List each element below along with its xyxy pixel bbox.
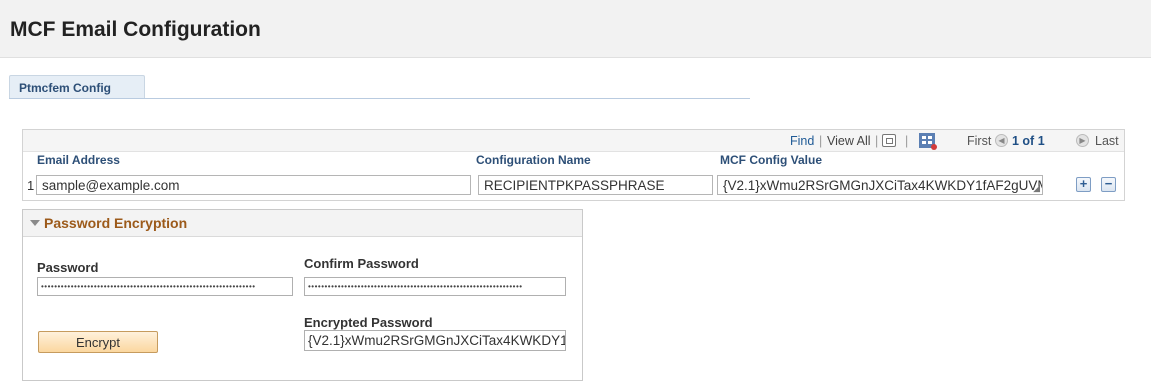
page-title: MCF Email Configuration bbox=[10, 18, 261, 41]
confirm-password-label: Confirm Password bbox=[304, 256, 419, 271]
encrypt-button[interactable]: Encrypt bbox=[38, 331, 158, 353]
password-encryption-title: Password Encryption bbox=[44, 215, 188, 231]
collapse-triangle-icon[interactable] bbox=[30, 220, 40, 226]
config-grid: Find | View All | | First ◀ 1 of 1 ▶ Las… bbox=[22, 129, 1125, 201]
row-number: 1 bbox=[27, 178, 35, 193]
delete-row-button[interactable]: − bbox=[1101, 177, 1116, 192]
tab-underline bbox=[9, 98, 750, 99]
first-link: First bbox=[967, 134, 992, 148]
nav-separator: | bbox=[819, 134, 823, 148]
configuration-name-input[interactable]: RECIPIENTPKPASSPHRASE bbox=[478, 175, 713, 195]
add-row-button[interactable]: + bbox=[1076, 177, 1091, 192]
mcf-config-value-text: {V2.1}xWmu2RSrGMGnJXCiTax4KWKDY1fAF2gUVM… bbox=[723, 178, 1043, 193]
grid-download-icon[interactable] bbox=[919, 133, 937, 150]
row-counter: 1 of 1 bbox=[1012, 134, 1045, 148]
tab-ptmcfem-config[interactable]: Ptmcfem Config bbox=[9, 75, 145, 99]
last-link: Last bbox=[1095, 134, 1119, 148]
resize-grip-icon[interactable]: ◢ bbox=[1033, 184, 1040, 193]
grid-navigation-bar: Find | View All | | First ◀ 1 of 1 ▶ Las… bbox=[23, 130, 1124, 152]
column-header-config-name: Configuration Name bbox=[476, 153, 591, 167]
view-all-link[interactable]: View All bbox=[827, 134, 871, 148]
encrypted-password-field[interactable]: {V2.1}xWmu2RSrGMGnJXCiTax4KWKDY1f bbox=[304, 330, 566, 351]
column-header-config-value: MCF Config Value bbox=[720, 153, 822, 167]
zoom-icon[interactable] bbox=[882, 134, 896, 147]
encrypted-password-label: Encrypted Password bbox=[304, 315, 433, 330]
next-arrow-icon[interactable]: ▶ bbox=[1076, 134, 1089, 147]
mcf-config-value-textarea[interactable]: {V2.1}xWmu2RSrGMGnJXCiTax4KWKDY1fAF2gUVM… bbox=[717, 175, 1043, 195]
email-address-input[interactable]: sample@example.com bbox=[36, 175, 471, 195]
password-encryption-header[interactable]: Password Encryption bbox=[23, 210, 582, 237]
password-encryption-group: Password Encryption Password •••••••••••… bbox=[22, 209, 583, 381]
nav-separator: | bbox=[875, 134, 879, 148]
first-arrow-icon[interactable]: ◀ bbox=[995, 134, 1008, 147]
password-label: Password bbox=[37, 260, 99, 275]
page-header: MCF Email Configuration bbox=[0, 0, 1151, 58]
confirm-password-input[interactable]: ••••••••••••••••••••••••••••••••••••••••… bbox=[304, 277, 566, 296]
nav-separator: | bbox=[905, 134, 909, 148]
column-header-email: Email Address bbox=[37, 153, 120, 167]
find-link[interactable]: Find bbox=[790, 134, 814, 148]
password-input[interactable]: ••••••••••••••••••••••••••••••••••••••••… bbox=[37, 277, 293, 296]
